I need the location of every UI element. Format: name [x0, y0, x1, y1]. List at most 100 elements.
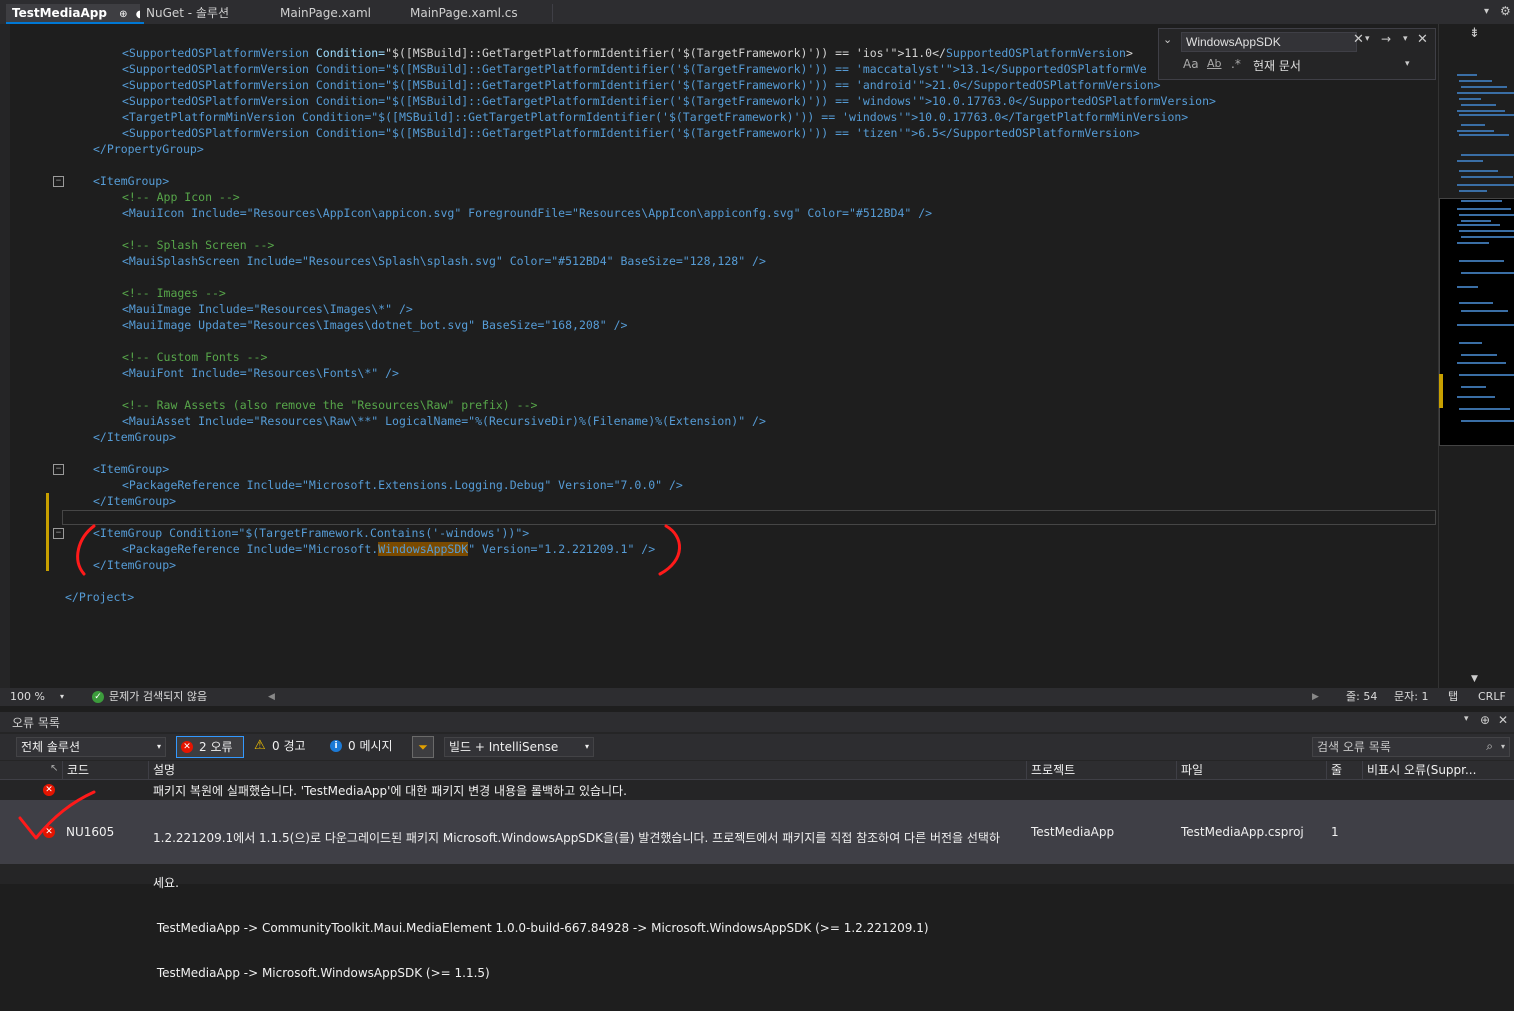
left-margin: [0, 24, 10, 688]
issues-status[interactable]: 문제가 검색되지 않음: [109, 688, 207, 706]
code-line-21: <ItemGroup>: [93, 462, 170, 476]
close-panel-icon[interactable]: ✕: [1498, 713, 1508, 727]
minimap-code-line: [1457, 74, 1477, 76]
find-options-dropdown-icon[interactable]: ▾: [1403, 34, 1408, 44]
minimap-code-line: [1461, 310, 1508, 312]
tab-label: NuGet - 솔루션: [146, 6, 230, 20]
tab-overflow-icon[interactable]: ▾: [1484, 6, 1489, 17]
document-tab-strip: TestMediaApp ⊕ ● NuGet - 솔루션 MainPage.xa…: [0, 0, 1514, 24]
minimap-code-line: [1459, 134, 1509, 136]
fold-toggle-icon[interactable]: −: [53, 528, 64, 539]
scroll-left-icon[interactable]: ◀: [268, 688, 275, 706]
errors-filter-button[interactable]: ✕ 2 오류: [176, 736, 244, 758]
red-checkmark-annotation: [18, 790, 96, 840]
sort-column-icon[interactable]: ↖: [50, 760, 58, 778]
code-line-9: <!-- App Icon -->: [122, 190, 240, 204]
code-line-16: <!-- Custom Fonts -->: [122, 350, 268, 364]
filter-icon[interactable]: ⏷: [412, 736, 434, 758]
code-line-12: <MauiSplashScreen Include="Resources\Spl…: [122, 254, 766, 268]
tab-mainpage-xaml-cs[interactable]: MainPage.xaml.cs: [404, 4, 553, 22]
zoom-dropdown-icon[interactable]: ▾: [60, 688, 64, 706]
match-case-icon[interactable]: Aa: [1183, 57, 1199, 71]
build-intellisense-select[interactable]: 빌드 + IntelliSense ▾: [444, 737, 594, 757]
table-row[interactable]: ✕ 패키지 복원에 실패했습니다. 'TestMediaApp'에 대한 패키지…: [0, 780, 1514, 799]
zoom-level[interactable]: 100 %: [10, 688, 45, 706]
minimap-code-line: [1461, 154, 1514, 156]
scroll-right-icon[interactable]: ▶: [1312, 688, 1319, 706]
regex-icon[interactable]: .*: [1231, 57, 1241, 71]
code-line-8: <ItemGroup>: [93, 174, 170, 188]
fold-toggle-icon[interactable]: −: [53, 464, 64, 475]
match-whole-word-icon[interactable]: Ab: [1207, 57, 1222, 70]
column-file[interactable]: 파일: [1176, 761, 1327, 779]
split-editor-icon[interactable]: ⇟: [1469, 26, 1480, 41]
check-ok-icon: ✓: [92, 691, 104, 703]
expand-replace-chevron-icon[interactable]: ⌄: [1163, 33, 1172, 46]
tab-testmediaapp[interactable]: TestMediaApp ⊕ ●: [6, 4, 144, 24]
tab-mainpage-xaml[interactable]: MainPage.xaml: [274, 4, 405, 22]
code-line-6: <SupportedOSPlatformVersion Condition="$…: [122, 126, 1140, 140]
tab-label: MainPage.xaml.cs: [410, 6, 518, 20]
code-line-11: <!-- Splash Screen -->: [122, 238, 275, 252]
minimap-code-line: [1457, 324, 1514, 326]
minimap-code-line: [1459, 230, 1514, 232]
minimap-code-line: [1461, 86, 1507, 88]
find-input[interactable]: WindowsAppSDK: [1181, 32, 1357, 52]
scroll-down-icon[interactable]: ▼: [1471, 674, 1478, 684]
find-next-icon[interactable]: →: [1381, 32, 1391, 46]
tab-label: TestMediaApp: [12, 6, 107, 20]
pin-panel-icon[interactable]: ⊕: [1480, 713, 1490, 727]
panel-title: 오류 목록: [12, 716, 60, 730]
char-number: 문자: 1: [1394, 690, 1429, 703]
error-list-header: ↖ 코드 설명 프로젝트 파일 줄 비표시 오류(Suppr...: [0, 761, 1514, 780]
clear-search-icon[interactable]: ✕: [1353, 32, 1364, 47]
column-suppression[interactable]: 비표시 오류(Suppr...: [1362, 761, 1507, 779]
column-code[interactable]: 코드: [62, 761, 149, 779]
row-description: 1.2.221209.1에서 1.1.5(으)로 다운그레이드된 패키지 Mic…: [153, 831, 1001, 980]
line-ending[interactable]: CRLF: [1478, 688, 1506, 706]
error-list-toolbar: 전체 솔루션 ▾ ✕ 2 오류 ⚠ 0 경고 i 0 메시지 ⏷ 빌드 + In…: [0, 734, 1514, 760]
minimap-code-line: [1461, 354, 1497, 356]
settings-gear-icon[interactable]: ⚙: [1500, 4, 1511, 18]
search-error-list-input[interactable]: 검색 오류 목록 ⌕ ▾: [1312, 737, 1510, 757]
column-line[interactable]: 줄: [1326, 761, 1363, 779]
column-description[interactable]: 설명: [148, 761, 1027, 779]
minimap-code-line: [1459, 374, 1514, 376]
minimap-code-line: [1457, 242, 1489, 244]
column-project[interactable]: 프로젝트: [1026, 761, 1175, 779]
minimap-change-marker: [1439, 374, 1443, 408]
messages-filter-button[interactable]: i 0 메시지: [328, 736, 404, 756]
minimap-scrollbar[interactable]: ⇟ ▼: [1438, 24, 1514, 688]
search-history-dropdown-icon[interactable]: ▾: [1365, 34, 1370, 44]
minimap-code-line: [1457, 362, 1506, 364]
close-find-icon[interactable]: ✕: [1417, 32, 1428, 47]
minimap-code-line: [1461, 272, 1514, 274]
warnings-filter-button[interactable]: ⚠ 0 경고: [252, 736, 316, 756]
code-line-27: </Project>: [65, 590, 135, 604]
minimap-code-line: [1457, 130, 1494, 132]
code-line-1: <SupportedOSPlatformVersion Condition="$…: [122, 46, 1133, 60]
code-line-23: </ItemGroup>: [93, 494, 177, 508]
scope-select[interactable]: 전체 솔루션 ▾: [16, 737, 166, 757]
minimap-code-line: [1461, 104, 1496, 106]
table-row-selected[interactable]: ✕ NU1605 1.2.221209.1에서 1.1.5(으)로 다운그레이드…: [0, 800, 1514, 980]
fold-toggle-icon[interactable]: −: [53, 176, 64, 187]
search-scope[interactable]: 현재 문서: [1253, 57, 1301, 74]
code-line-20: </ItemGroup>: [93, 430, 177, 444]
code-line-2: <SupportedOSPlatformVersion Condition="$…: [122, 62, 1147, 76]
tab-label: MainPage.xaml: [280, 6, 371, 20]
minimap-code-line: [1461, 420, 1514, 422]
tab-nuget-solution[interactable]: NuGet - 솔루션: [140, 4, 275, 22]
panel-menu-icon[interactable]: ▾: [1464, 714, 1469, 724]
scope-dropdown-icon[interactable]: ▾: [1405, 59, 1410, 69]
indent-mode[interactable]: 탭: [1448, 688, 1458, 706]
minimap-code-line: [1457, 160, 1483, 162]
minimap-code-line: [1461, 386, 1486, 388]
editor-status-bar: 100 % ▾ ✓ 문제가 검색되지 않음 ◀ ▶ 줄: 54 문자: 1 탭 …: [0, 688, 1514, 706]
warning-icon: ⚠: [254, 738, 266, 753]
code-line-5: <TargetPlatformMinVersion Condition="$([…: [122, 110, 1189, 124]
pin-icon[interactable]: ⊕: [119, 9, 127, 20]
minimap-code-line: [1459, 342, 1482, 344]
changed-lines-marker: [46, 493, 49, 571]
error-list-titlebar: 오류 목록 ▾ ⊕ ✕: [0, 712, 1514, 732]
